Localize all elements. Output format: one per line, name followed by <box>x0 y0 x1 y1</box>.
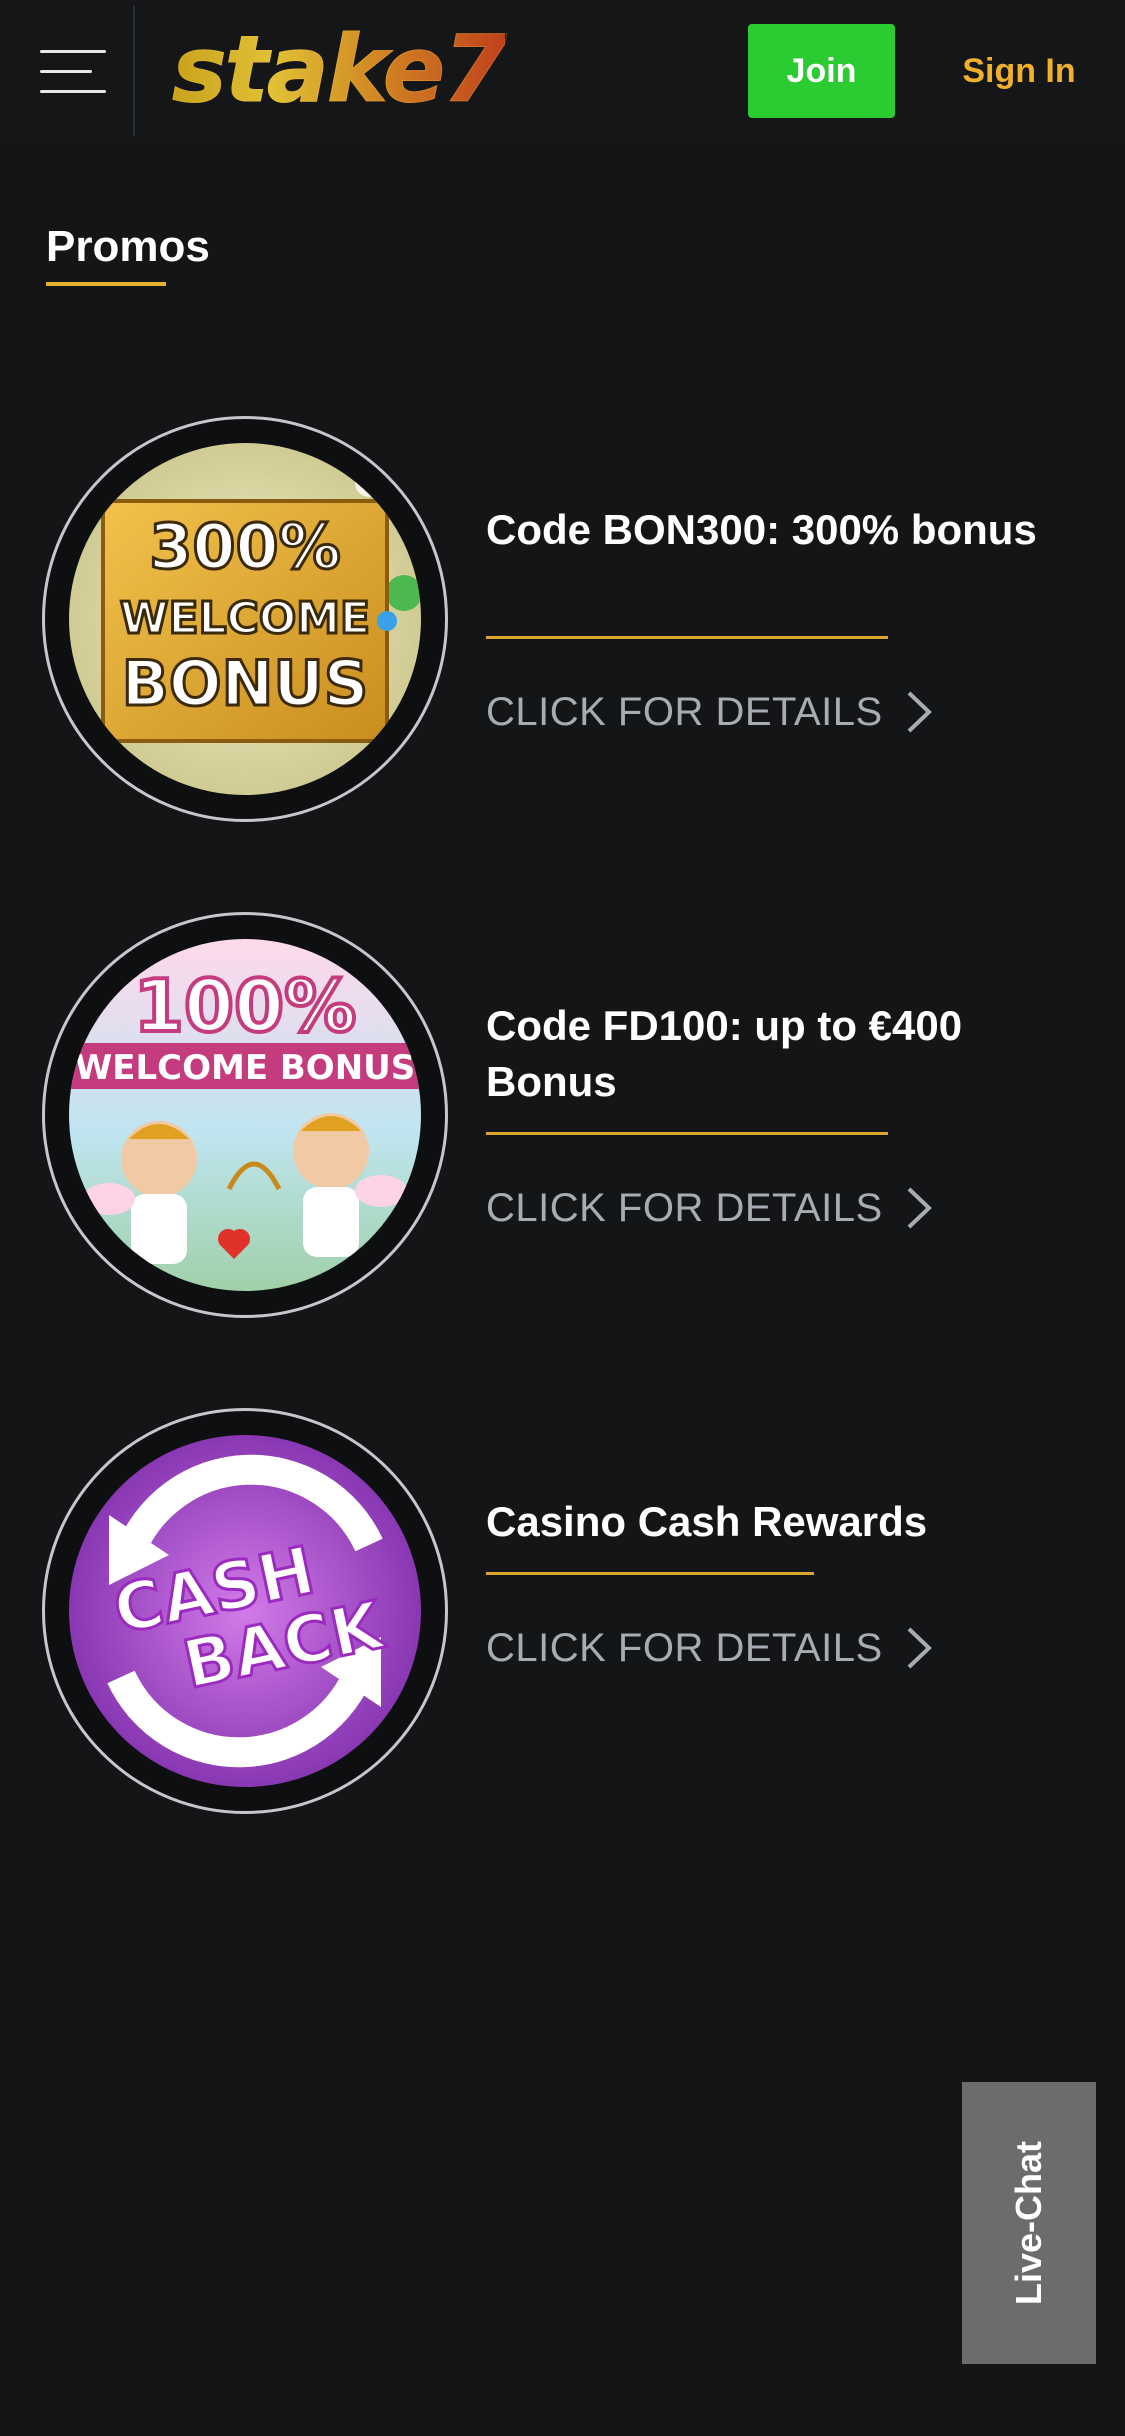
click-for-details-link[interactable]: CLICK FOR DETAILS <box>486 1180 933 1236</box>
live-chat-button[interactable]: Live-Chat <box>962 2082 1096 2364</box>
promo-image-text: WELCOME BONUS <box>75 1048 416 1088</box>
promo-underline <box>486 636 888 639</box>
promo-image-cashback[interactable]: CASH BACK <box>69 1435 421 1787</box>
promo-image-frame[interactable]: CASH BACK <box>42 1408 448 1814</box>
promo-image-text: BONUS <box>122 647 369 720</box>
promo-title[interactable]: Casino Cash Rewards <box>486 1494 1046 1550</box>
promo-image-text: WELCOME <box>120 593 370 644</box>
promo-title[interactable]: Code BON300: 300% bonus <box>486 502 1046 558</box>
chevron-right-icon <box>907 1627 932 1669</box>
page-title: Promos <box>46 222 210 271</box>
promo-image-text: 300% <box>149 510 341 583</box>
promo-card[interactable]: CASH BACK Casino Cash Rewards CLICK FOR … <box>0 1408 1125 1818</box>
promo-underline <box>486 1572 814 1575</box>
header-divider <box>133 6 135 136</box>
promo-image-welcome-100[interactable]: 100% WELCOME BONUS <box>69 939 421 1291</box>
cta-label: CLICK FOR DETAILS <box>486 1185 883 1230</box>
promo-title[interactable]: Code FD100: up to €400 Bonus <box>486 998 1046 1110</box>
cta-label: CLICK FOR DETAILS <box>486 689 883 734</box>
promo-card[interactable]: 300% WELCOME BONUS Code BON300: 300% bon… <box>0 416 1125 826</box>
promo-image-text: 100% <box>134 964 356 1048</box>
live-chat-label: Live-Chat <box>1008 2140 1049 2306</box>
promo-image-frame[interactable]: 100% WELCOME BONUS <box>42 912 448 1318</box>
promo-underline <box>486 1132 888 1135</box>
promo-image-welcome-300[interactable]: 300% WELCOME BONUS <box>69 443 421 795</box>
click-for-details-link[interactable]: CLICK FOR DETAILS <box>486 1620 933 1676</box>
top-header: stake7 Join Sign In <box>0 0 1125 140</box>
sign-in-button[interactable]: Sign In <box>934 24 1104 118</box>
hamburger-menu-icon[interactable] <box>40 48 106 94</box>
chevron-right-icon <box>907 1187 932 1229</box>
title-underline <box>46 282 166 286</box>
chevron-right-icon <box>907 691 932 733</box>
promos-page: stake7 Join Sign In Promos 300% WELCOME … <box>0 0 1125 2436</box>
promo-image-frame[interactable]: 300% WELCOME BONUS <box>42 416 448 822</box>
promo-card[interactable]: 100% WELCOME BONUS Code FD100: up to €40… <box>0 912 1125 1322</box>
click-for-details-link[interactable]: CLICK FOR DETAILS <box>486 684 933 740</box>
join-button[interactable]: Join <box>748 24 895 118</box>
stake7-logo[interactable]: stake7 <box>171 19 507 120</box>
cta-label: CLICK FOR DETAILS <box>486 1625 883 1670</box>
